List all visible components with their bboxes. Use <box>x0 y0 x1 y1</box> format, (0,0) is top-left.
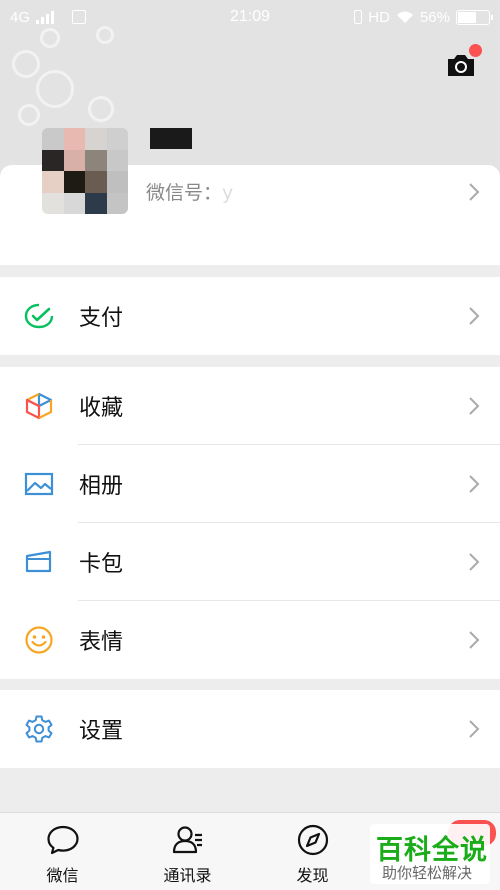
menu-item-label: 支付 <box>79 306 124 331</box>
decorative-bubble <box>36 70 74 108</box>
menu-item-label: 设置 <box>79 719 124 744</box>
chevron-right-icon <box>469 720 480 738</box>
menu-item-pay[interactable]: 支付 <box>0 277 500 355</box>
menu-item-stickers[interactable]: 表情 <box>0 601 500 679</box>
wifi-icon <box>396 11 413 23</box>
tab-chats[interactable]: 微信 <box>0 813 125 890</box>
tab-discover[interactable]: 发现 <box>250 813 375 890</box>
menu-item-album[interactable]: 相册 <box>0 445 500 523</box>
watermark-subtitle: 助你轻松解决 <box>382 864 473 882</box>
watermark: 百科全说 助你轻松解决 <box>370 824 490 884</box>
signal-icon <box>36 10 55 24</box>
stickers-icon <box>25 626 53 654</box>
wechat-id-label: 微信号： <box>146 182 223 204</box>
menu-item-favorites[interactable]: 收藏 <box>0 367 500 445</box>
menu-item-settings[interactable]: 设置 <box>0 690 500 768</box>
status-bar: 4G 21:09 HD 56% <box>0 0 500 34</box>
battery-icon <box>456 9 493 25</box>
chat-icon <box>46 825 79 855</box>
menu-item-label: 相册 <box>79 474 124 499</box>
discover-icon <box>297 824 328 856</box>
notification-dot <box>469 44 482 57</box>
menu-item-cards[interactable]: 卡包 <box>0 523 500 601</box>
tab-label: 通讯录 <box>163 866 212 885</box>
settings-icon <box>25 715 53 743</box>
decorative-bubble <box>18 104 40 126</box>
settings-group: 设置 <box>0 690 500 768</box>
chevron-right-icon <box>469 397 480 415</box>
tab-contacts[interactable]: 通讯录 <box>125 813 250 890</box>
avatar[interactable] <box>42 128 128 214</box>
tab-label: 发现 <box>296 866 329 885</box>
menu-item-label: 表情 <box>79 630 124 655</box>
favorites-icon <box>25 392 53 420</box>
wechat-id-value: y <box>222 182 234 204</box>
chevron-right-icon <box>469 183 480 201</box>
main-menu-group: 收藏 相册 卡包 表情 <box>0 367 500 679</box>
chevron-right-icon <box>469 475 480 493</box>
decorative-bubble <box>12 50 40 78</box>
cards-icon <box>25 550 52 573</box>
tab-label: 微信 <box>46 866 79 885</box>
sim-icon <box>72 10 87 24</box>
network-type: 4G <box>10 8 31 26</box>
vibrate-icon <box>354 10 363 24</box>
battery-percent: 56% <box>419 8 450 26</box>
album-icon <box>24 472 54 496</box>
chevron-right-icon <box>469 307 480 325</box>
decorative-bubble <box>88 96 114 122</box>
wechat-id: 微信号：y <box>146 178 233 205</box>
menu-item-label: 收藏 <box>79 396 124 421</box>
hd-indicator: HD <box>368 8 390 26</box>
menu-item-label: 卡包 <box>79 552 124 577</box>
chevron-right-icon <box>469 631 480 649</box>
contacts-icon <box>172 826 202 854</box>
pay-icon <box>24 303 54 329</box>
chevron-right-icon <box>469 553 480 571</box>
pay-group: 支付 <box>0 277 500 355</box>
profile-nickname: ███ <box>150 128 192 149</box>
